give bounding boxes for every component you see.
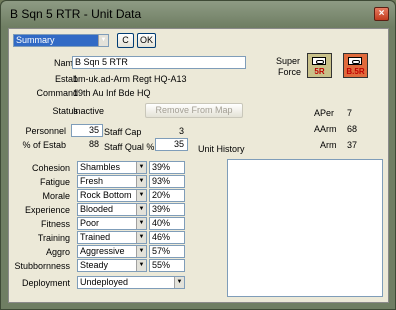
aper-label: APer	[314, 108, 335, 118]
chevron-down-icon[interactable]: ▼	[136, 260, 146, 271]
attribute-pct[interactable]: 40%	[149, 217, 185, 230]
close-button[interactable]: ×	[374, 7, 389, 21]
estab-pct-value: 88	[71, 138, 103, 151]
staff-qual-label: Staff Qual %	[104, 142, 155, 152]
attribute-pct[interactable]: 39%	[149, 161, 185, 174]
chevron-down-icon[interactable]: ▼	[136, 190, 146, 201]
attribute-label: Training	[37, 233, 70, 243]
unit-data-panel: Summary ▼ C OK Name B Sqn 5 RTR Estab 1m…	[8, 28, 389, 303]
deployment-select[interactable]: Undeployed ▼	[77, 276, 185, 289]
staff-qual-field[interactable]: 35	[155, 138, 188, 151]
estab-value: 1m-uk.ad-Arm Regt HQ-A13	[73, 74, 187, 84]
attribute-select[interactable]: Rock Bottom ▼	[77, 189, 147, 202]
arm-value: 37	[347, 140, 358, 150]
attribute-select[interactable]: Trained ▼	[77, 231, 147, 244]
view-select[interactable]: Summary ▼	[13, 34, 109, 47]
command-value: 19th Au Inf Bde HQ	[73, 88, 151, 98]
attribute-label: Morale	[42, 191, 70, 201]
chevron-down-icon[interactable]: ▼	[136, 218, 146, 229]
arm-label: Arm	[320, 140, 337, 150]
attribute-select[interactable]: Poor ▼	[77, 217, 147, 230]
status-value: Inactive	[73, 106, 105, 116]
deployment-label: Deployment	[21, 278, 70, 288]
attribute-label: Cohesion	[31, 163, 70, 173]
title-bar[interactable]: B Sqn 5 RTR - Unit Data ×	[1, 1, 395, 27]
attribute-label: Aggro	[45, 247, 70, 257]
attribute-select[interactable]: Shambles ▼	[77, 161, 147, 174]
unit-data-window: B Sqn 5 RTR - Unit Data × Summary ▼ C OK…	[0, 0, 396, 310]
unit-history-label: Unit History	[198, 144, 245, 154]
unit-history-box[interactable]	[227, 159, 383, 297]
attribute-pct[interactable]: 93%	[149, 175, 185, 188]
c-button[interactable]: C	[117, 33, 134, 48]
view-select-value: Summary	[16, 35, 55, 45]
super-label: Super	[276, 56, 301, 66]
attribute-pct[interactable]: 55%	[149, 259, 185, 272]
aper-value: 7	[347, 108, 353, 118]
attribute-label: Fatigue	[39, 177, 70, 187]
chevron-down-icon[interactable]: ▼	[174, 277, 184, 288]
deployment-value: Undeployed	[80, 277, 129, 287]
force-label: Force	[278, 67, 302, 77]
aarm-value: 68	[347, 124, 358, 134]
attribute-select[interactable]: Steady ▼	[77, 259, 147, 272]
ok-button[interactable]: OK	[137, 33, 156, 48]
attribute-select[interactable]: Aggressive ▼	[77, 245, 147, 258]
remove-from-map-button[interactable]: Remove From Map	[145, 103, 243, 118]
attribute-pct[interactable]: 39%	[149, 203, 185, 216]
estab-pct-label: % of Estab	[22, 140, 66, 150]
name-field[interactable]: B Sqn 5 RTR	[72, 56, 246, 69]
attribute-label: Fitness	[40, 219, 70, 229]
chevron-down-icon[interactable]: ▼	[136, 246, 146, 257]
attribute-select[interactable]: Fresh ▼	[77, 175, 147, 188]
chevron-down-icon[interactable]: ▼	[136, 232, 146, 243]
personnel-field[interactable]: 35	[71, 124, 103, 137]
attribute-pct[interactable]: 57%	[149, 245, 185, 258]
attribute-select[interactable]: Blooded ▼	[77, 203, 147, 216]
chevron-down-icon[interactable]: ▼	[136, 176, 146, 187]
chevron-down-icon[interactable]: ▼	[136, 204, 146, 215]
force-counter-value: 5R	[314, 67, 325, 76]
personnel-label: Personnel	[25, 126, 66, 136]
chevron-down-icon[interactable]: ▼	[136, 162, 146, 173]
aarm-label: AArm	[314, 124, 337, 134]
attribute-pct[interactable]: 20%	[149, 189, 185, 202]
force-counter-chip[interactable]: 5R	[307, 53, 332, 78]
chevron-down-icon[interactable]: ▼	[98, 35, 108, 46]
attribute-label: Experience	[24, 205, 70, 215]
attribute-label: Stubbornness	[14, 261, 70, 271]
window-title: B Sqn 5 RTR - Unit Data	[10, 7, 142, 21]
armour-symbol-icon	[348, 57, 362, 65]
unit-counter-value: B.5R	[346, 67, 365, 76]
staff-cap-label: Staff Cap	[104, 127, 142, 137]
attribute-pct[interactable]: 46%	[149, 231, 185, 244]
armour-symbol-icon	[312, 57, 326, 65]
unit-counter-chip[interactable]: B.5R	[343, 53, 368, 78]
staff-cap-value: 3	[155, 125, 188, 138]
command-label: Command	[36, 88, 78, 98]
